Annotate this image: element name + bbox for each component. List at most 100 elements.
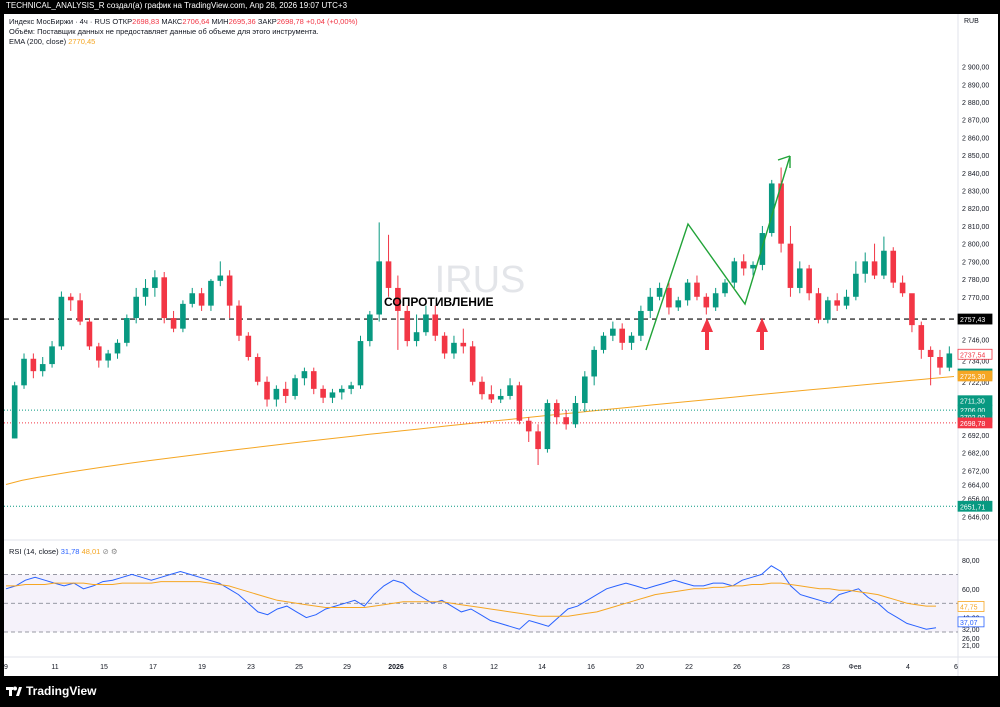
candle-body (292, 378, 298, 396)
candle-body (628, 335, 635, 343)
time-tick: 11 (51, 664, 58, 671)
candle-body (404, 310, 411, 342)
volume-note: Объём: Поставщик данных не предоставляет… (9, 27, 319, 36)
candle-body (666, 287, 672, 308)
candle-body (853, 273, 859, 297)
candle-body (638, 310, 644, 336)
price-tick: 2 870,00 (962, 118, 989, 125)
candle-body (264, 381, 270, 400)
candle (740, 254, 747, 276)
candle-body (189, 293, 196, 304)
price-tag-label: 2737,54 (960, 352, 985, 359)
candle (124, 314, 130, 347)
candle-body (722, 282, 728, 294)
candle-body (432, 314, 439, 336)
ema-legend[interactable]: EMA (200, close) 2770,45 (9, 37, 95, 46)
candle (86, 318, 93, 350)
rsi-legend[interactable]: RSI (14, close) 31,78 48,01 ⊘ ⚙ (9, 547, 118, 556)
time-tick: 16 (587, 664, 595, 671)
candle-body (918, 325, 925, 350)
candle-body (310, 371, 317, 389)
candle (600, 332, 607, 354)
candle (703, 293, 710, 315)
candle-body (105, 353, 111, 361)
candle-body (348, 385, 354, 389)
candle (544, 399, 551, 453)
candle (245, 332, 252, 361)
candle (404, 305, 411, 347)
candle (918, 321, 925, 359)
candle-body (712, 293, 719, 308)
candle (619, 323, 626, 350)
candle-body (367, 314, 373, 342)
rsi-label: RSI (14, close) (9, 547, 59, 556)
candle (367, 310, 373, 347)
candle-body (320, 388, 326, 398)
candle-body (825, 300, 831, 320)
candle-body (890, 250, 897, 283)
price-chart-svg[interactable]: IRUSСОПРОТИВЛЕНИЕRUB2 900,002 890,002 88… (0, 0, 1000, 707)
price-tick: 2 672,00 (962, 468, 989, 475)
candle (376, 222, 382, 322)
candle (525, 417, 532, 442)
candle (273, 385, 280, 407)
time-tick: 2026 (388, 664, 404, 671)
candle (180, 300, 186, 333)
ema-label: EMA (200, close) (9, 37, 67, 46)
candle-body (49, 346, 55, 365)
candle (647, 287, 654, 319)
candle (862, 252, 869, 283)
price-tick: 2 880,00 (962, 100, 989, 107)
candle-body (77, 300, 83, 322)
price-tag-label: 2698,78 (960, 421, 985, 428)
candle (843, 289, 850, 310)
currency-label: RUB (964, 18, 979, 25)
candle (264, 376, 270, 407)
candle (731, 257, 738, 288)
candle-body (610, 328, 616, 336)
candle-body (208, 280, 214, 306)
candle-body (413, 332, 420, 342)
candle (825, 296, 831, 324)
candle-body (180, 303, 186, 329)
candle-body (843, 296, 850, 306)
candle (628, 332, 635, 350)
rsi-settings-icon[interactable]: ⊘ ⚙ (102, 547, 117, 556)
candle (469, 341, 476, 386)
price-tick: 2 890,00 (962, 82, 989, 89)
time-tick: 29 (343, 664, 351, 671)
rsi-tick: 80,00 (962, 558, 980, 565)
candle-body (161, 277, 168, 319)
rsi-value: 31,78 (60, 547, 80, 556)
symbol-name[interactable]: Индекс МосБиржи · 4ч · RUS (9, 17, 110, 26)
candle-body (329, 392, 336, 398)
candle-body (899, 282, 906, 294)
candle-body (95, 346, 102, 361)
price-tick: 2 746,00 (962, 337, 989, 344)
candle-body (469, 346, 476, 382)
candle-body (927, 349, 934, 357)
candle (572, 395, 579, 428)
red-up-arrow-1 (701, 318, 713, 350)
candle (217, 261, 224, 287)
price-tick: 2 800,00 (962, 242, 989, 249)
projection-arrow-path (645, 155, 791, 351)
candle-body (553, 403, 560, 418)
candle (21, 353, 27, 389)
candle-body (525, 420, 532, 432)
price-tick: 2 840,00 (962, 171, 989, 178)
candle (423, 305, 429, 336)
price-tick: 2 830,00 (962, 189, 989, 196)
time-tick: 25 (295, 664, 303, 671)
candle (58, 291, 65, 350)
candle (77, 293, 83, 326)
candle (114, 339, 121, 359)
candle (582, 371, 588, 412)
tradingview-logo[interactable]: TradingView (6, 684, 96, 698)
candle-body (694, 282, 700, 297)
candle-body (479, 381, 485, 395)
time-tick: Фев (849, 664, 862, 671)
candle (254, 353, 261, 386)
time-tick: 17 (149, 664, 157, 671)
candle (507, 378, 513, 400)
